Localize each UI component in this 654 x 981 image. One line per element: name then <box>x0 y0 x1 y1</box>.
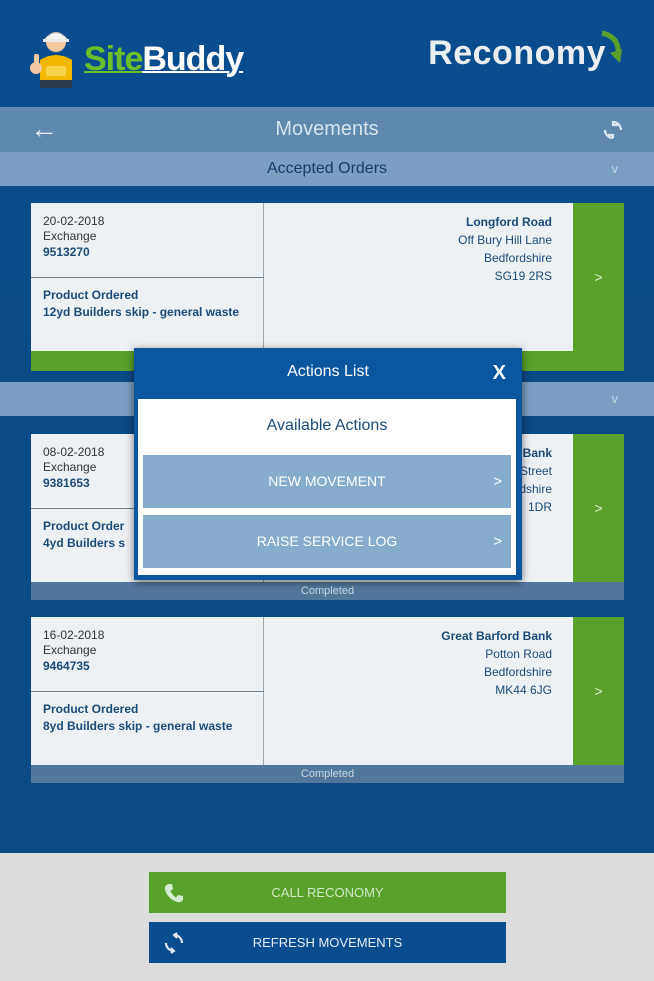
order-type: Exchange <box>43 229 97 243</box>
page-title: Movements <box>275 118 379 140</box>
section-accepted-orders[interactable]: Accepted Orders v <box>0 152 654 186</box>
modal-title: Actions List <box>287 363 369 380</box>
site-address: Longford Road Off Bury Hill Lane Bedford… <box>458 213 552 285</box>
product-name: 8yd Builders skip - general waste <box>43 719 233 733</box>
divider <box>31 691 264 692</box>
product-label: Product Ordered <box>43 288 139 302</box>
recycle-arrow-icon <box>601 30 622 63</box>
sitebuddy-logo: SiteBuddy <box>26 24 244 88</box>
modal-subtitle: Available Actions <box>266 417 388 434</box>
address-road: Longford Road <box>466 215 552 229</box>
address-postcode: MK44 6JG <box>495 683 552 697</box>
modal-body: Available Actions NEW MOVEMENT > RAISE S… <box>138 399 516 575</box>
order-date: 20-02-2018 <box>43 214 105 228</box>
product-label: Product Ordered <box>43 702 139 716</box>
order-type: Exchange <box>43 460 97 474</box>
divider <box>31 277 264 278</box>
order-ref: 9513270 <box>43 245 90 259</box>
action-label: NEW MOVEMENT <box>268 473 386 489</box>
order-card[interactable]: 20-02-2018 Exchange 9513270 Product Orde… <box>31 203 624 351</box>
address-county: Bedfordshire <box>483 665 552 679</box>
address-line1: Potton Road <box>485 647 552 661</box>
brand-site-text: Site <box>84 39 143 78</box>
site-address: Great Barford Bank Potton Road Bedfordsh… <box>441 627 552 699</box>
product-name: 12yd Builders skip - general waste <box>43 305 240 319</box>
call-button-label: CALL RECONOMY <box>271 885 384 900</box>
order-type: Exchange <box>43 643 97 657</box>
order-date: 16-02-2018 <box>43 628 105 642</box>
address-postcode: SG19 2RS <box>494 269 552 283</box>
site-address: Bank Street dshire 1DR <box>519 444 552 516</box>
section-title: Accepted Orders <box>266 160 388 177</box>
title-bar: ← Movements <box>0 107 654 152</box>
status-badge: Completed <box>31 582 624 600</box>
address-road: Great Barford Bank <box>441 629 552 643</box>
action-label: RAISE SERVICE LOG <box>256 533 398 549</box>
status-badge: Completed <box>31 765 624 783</box>
chevron-right-icon: > <box>493 533 502 550</box>
chevron-down-icon: v <box>611 391 619 406</box>
call-reconomy-button[interactable]: CALL RECONOMY <box>149 872 506 913</box>
new-movement-button[interactable]: NEW MOVEMENT > <box>143 455 511 508</box>
address-line1: Off Bury Hill Lane <box>458 233 552 247</box>
sync-icon[interactable] <box>602 119 624 141</box>
open-order-button[interactable]: > <box>573 203 624 351</box>
worker-mascot-icon <box>26 24 82 88</box>
actions-list-modal: Actions List X Available Actions NEW MOV… <box>134 348 522 580</box>
open-order-button[interactable]: > <box>573 434 624 582</box>
address-line1: Street <box>519 464 552 478</box>
order-info: 20-02-2018 Exchange 9513270 Product Orde… <box>31 203 264 351</box>
address-county: Bedfordshire <box>483 251 552 265</box>
address-county: dshire <box>519 482 552 496</box>
order-ref: 9381653 <box>43 476 90 490</box>
address-road: Bank <box>522 446 552 460</box>
refresh-button-label: REFRESH MOVEMENTS <box>252 935 403 950</box>
order-date: 08-02-2018 <box>43 445 105 459</box>
chevron-down-icon: v <box>611 161 619 176</box>
refresh-movements-button[interactable]: REFRESH MOVEMENTS <box>149 922 506 963</box>
product-label: Product Order <box>43 519 125 533</box>
reconomy-logo: Reconomy <box>428 30 624 73</box>
order-info: 16-02-2018 Exchange 9464735 Product Orde… <box>31 617 264 765</box>
chevron-right-icon: > <box>493 473 502 490</box>
raise-service-log-button[interactable]: RAISE SERVICE LOG > <box>143 515 511 568</box>
app-screen: SiteBuddy Reconomy ← Movements Accepted … <box>0 0 654 981</box>
order-ref: 9464735 <box>43 659 90 673</box>
reconomy-wordmark: Reconomy <box>428 34 606 72</box>
close-icon[interactable]: X <box>493 362 506 385</box>
sitebuddy-wordmark: SiteBuddy <box>84 39 244 79</box>
app-header: SiteBuddy Reconomy <box>0 0 654 107</box>
order-card[interactable]: 16-02-2018 Exchange 9464735 Product Orde… <box>31 617 624 765</box>
brand-buddy-text: Buddy <box>142 39 244 78</box>
open-order-button[interactable]: > <box>573 617 624 765</box>
address-postcode: 1DR <box>527 500 552 514</box>
